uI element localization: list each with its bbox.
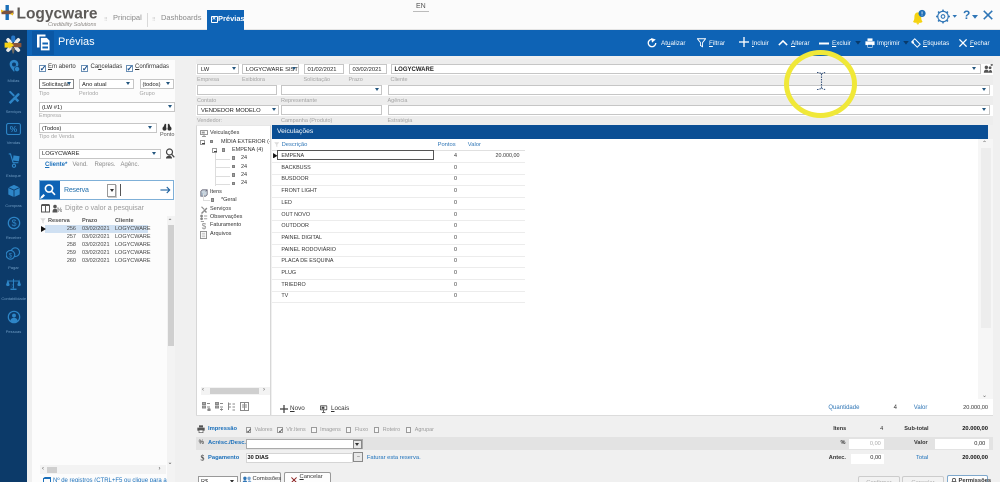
svg-text:Credibility Solutions: Credibility Solutions — [48, 22, 97, 28]
svg-text:$: $ — [11, 218, 16, 228]
svg-text:%: % — [56, 207, 61, 213]
svg-text:!: ! — [921, 11, 923, 17]
svg-text:Logycware: Logycware — [17, 6, 98, 23]
svg-text:$: $ — [202, 222, 207, 230]
svg-text:%: % — [10, 124, 18, 134]
svg-text:$: $ — [200, 453, 204, 461]
